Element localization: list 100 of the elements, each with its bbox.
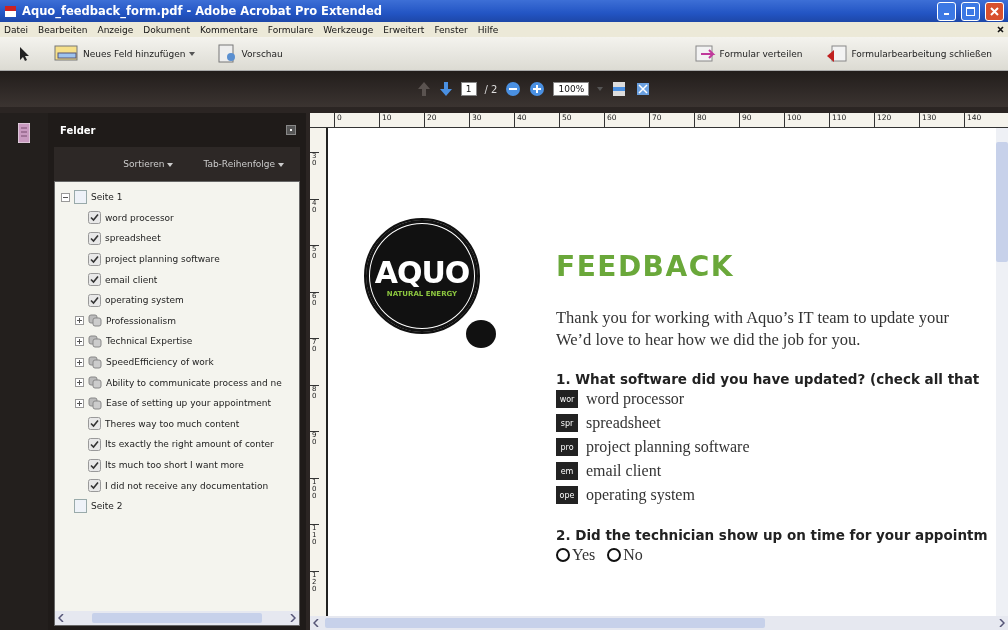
ink-blob xyxy=(466,320,496,348)
scroll-right-icon[interactable] xyxy=(999,619,1005,627)
field-name[interactable]: Technical Expertise xyxy=(106,336,193,347)
form-send-icon xyxy=(692,43,717,64)
vertical-scrollbar[interactable] xyxy=(996,128,1008,616)
checkbox-field-icon xyxy=(88,232,101,245)
question-text: 2. Did the technician show up on time for your appointm xyxy=(556,527,988,543)
close-icon xyxy=(997,26,1004,33)
expand-icon[interactable] xyxy=(75,357,84,367)
minimize-button[interactable] xyxy=(937,1,956,21)
field-name[interactable]: email client xyxy=(105,274,158,285)
checkbox-field-icon xyxy=(88,273,101,287)
checkbox-field-icon xyxy=(88,252,101,266)
close-button[interactable] xyxy=(985,1,1004,21)
sort-button[interactable]: Sortieren xyxy=(117,158,180,170)
checkbox-field-icon xyxy=(88,437,101,451)
field-name[interactable]: word processor xyxy=(105,212,174,223)
logo-name: AQUO xyxy=(374,254,470,290)
field-name[interactable]: Its much too short I want more xyxy=(105,460,244,470)
page-icon xyxy=(74,499,87,514)
question-text: 1. What software did you have updated? (check all that xyxy=(556,371,981,387)
option-label: project planning software xyxy=(586,438,750,456)
tab-order-button[interactable]: Tab-Reihenfolge xyxy=(197,158,290,170)
horizontal-scrollbar[interactable] xyxy=(55,611,299,625)
panel-options-icon[interactable] xyxy=(286,125,296,135)
checkbox-field-icon xyxy=(88,293,101,307)
panel-title: Felder xyxy=(60,124,96,136)
field-group-icon xyxy=(88,314,102,328)
field-name[interactable]: Ability to communicate process and ne xyxy=(106,377,282,388)
field-name[interactable]: Its exactly the right amount of conter xyxy=(105,439,274,450)
expand-icon[interactable] xyxy=(75,378,84,388)
form-field-icon xyxy=(54,43,80,64)
menu-item[interactable]: Kommentare xyxy=(199,24,258,35)
form-heading: FEEDBACK xyxy=(556,250,735,283)
checkbox-field[interactable]: spr xyxy=(556,414,578,432)
checkbox-field[interactable]: pro xyxy=(556,438,578,456)
zoom-field[interactable]: 100% xyxy=(553,82,590,96)
scroll-left-icon[interactable] xyxy=(58,614,64,622)
field-name[interactable]: Theres way too much content xyxy=(105,418,240,429)
menu-item[interactable]: Bearbeiten xyxy=(38,24,88,35)
page-number-field[interactable]: 1 xyxy=(460,82,477,96)
option-label: word processor xyxy=(586,390,685,408)
intro-text: Thank you for working with Aquo’s IT team to update your We’d love to hear how we did the job for you. xyxy=(556,307,950,351)
menu-item[interactable]: Hilfe xyxy=(477,24,499,35)
window-title: Aquo_feedback_form.pdf - Adobe Acrobat Pro Extended xyxy=(22,4,384,18)
radio-button[interactable] xyxy=(607,548,622,562)
menu-item[interactable]: Werkzeuge xyxy=(323,24,374,35)
dropdown-caret-icon xyxy=(278,163,284,167)
checkbox-field-icon xyxy=(88,458,101,472)
option-label: email client xyxy=(586,462,662,480)
zoom-in-icon xyxy=(529,81,546,97)
zoom-out-icon xyxy=(505,81,522,97)
field-group-icon xyxy=(88,334,102,348)
fields-panel-icon xyxy=(18,123,30,143)
field-name[interactable]: operating system xyxy=(105,295,184,306)
option-label: No xyxy=(623,546,643,564)
checkbox-field[interactable]: ope xyxy=(556,486,578,504)
option-label: Yes xyxy=(572,546,596,564)
toolbar-button[interactable]: Formular verteilen xyxy=(688,41,807,66)
menu-item[interactable]: Erweitert xyxy=(383,24,425,35)
horizontal-scrollbar[interactable] xyxy=(310,616,1008,630)
collapse-icon[interactable] xyxy=(61,192,70,202)
field-name[interactable]: Professionalism xyxy=(106,315,177,326)
full-screen-icon xyxy=(635,81,652,97)
pdf-file-icon xyxy=(4,4,17,18)
option-label: operating system xyxy=(586,486,695,504)
menu-item[interactable]: Dokument xyxy=(143,24,190,35)
menu-item[interactable]: Datei xyxy=(4,24,28,35)
field-group-icon xyxy=(88,376,102,390)
field-name[interactable]: SpeedEfficiency of work xyxy=(106,357,214,368)
maximize-button[interactable] xyxy=(961,1,980,21)
dropdown-caret-icon xyxy=(597,87,604,91)
field-name[interactable]: spreadsheet xyxy=(105,233,161,244)
down-arrow-icon xyxy=(438,81,453,97)
radio-button[interactable] xyxy=(556,548,570,562)
scroll-left-icon[interactable] xyxy=(313,619,319,627)
field-group-icon xyxy=(88,355,102,369)
field-name[interactable]: Seite 1 xyxy=(91,192,123,203)
toolbar-button[interactable]: Formularbearbeitung schließen xyxy=(820,41,996,66)
expand-icon[interactable] xyxy=(75,398,84,408)
page-count: / 2 xyxy=(484,83,498,95)
scroll-right-icon[interactable] xyxy=(290,614,296,622)
toolbar-button[interactable]: Neues Feld hinzufügen xyxy=(50,41,199,66)
field-name[interactable]: Seite 2 xyxy=(91,501,123,512)
expand-icon[interactable] xyxy=(75,316,84,326)
field-name[interactable]: project planning software xyxy=(105,254,220,265)
menu-item[interactable]: Fenster xyxy=(434,24,468,35)
menu-item[interactable]: Formulare xyxy=(267,24,314,35)
dropdown-caret-icon xyxy=(167,163,174,167)
checkbox-field[interactable]: wor xyxy=(556,390,578,408)
menu-item[interactable]: Anzeige xyxy=(97,24,134,35)
field-name[interactable]: Ease of setting up your appointment xyxy=(106,398,271,409)
toolbar-button[interactable]: Vorschau xyxy=(212,41,287,66)
checkbox-field-icon xyxy=(88,211,101,225)
checkbox-field[interactable]: em xyxy=(556,462,578,480)
checkbox-field-icon xyxy=(88,479,101,493)
field-name[interactable]: I did not receive any documentation xyxy=(105,480,269,491)
checkbox-field-icon xyxy=(88,417,101,431)
expand-icon[interactable] xyxy=(75,336,84,346)
fit-page-icon xyxy=(611,81,628,97)
